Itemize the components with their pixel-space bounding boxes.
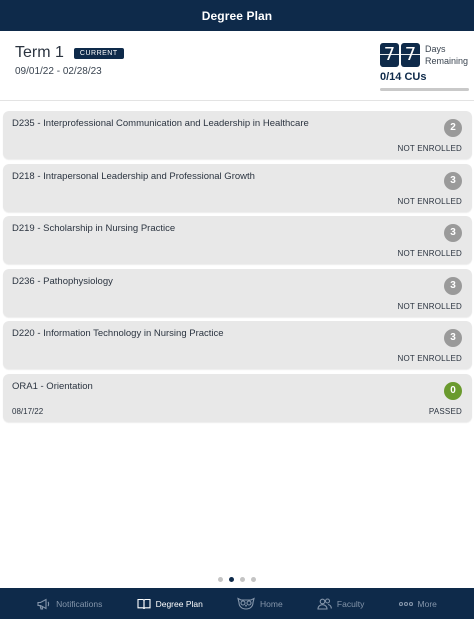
tab-label: Home xyxy=(260,598,283,609)
days-digit-1: 7 xyxy=(380,43,399,67)
course-title: D219 - Scholarship in Nursing Practice xyxy=(12,223,176,234)
tab-label: Notifications xyxy=(56,598,103,609)
course-card[interactable]: D235 - Interprofessional Communication a… xyxy=(3,111,472,159)
megaphone-icon xyxy=(37,598,50,610)
course-status: PASSED xyxy=(428,406,462,416)
term-dates: 09/01/22 - 02/28/23 xyxy=(15,66,102,77)
tab-label: Degree Plan xyxy=(155,598,203,609)
cus-progress-text: 0/14 CUs xyxy=(380,71,427,83)
course-title: D235 - Interprofessional Communication a… xyxy=(12,118,309,129)
header-divider xyxy=(0,100,474,101)
top-bar: Degree Plan xyxy=(0,0,474,31)
days-digit-2: 7 xyxy=(401,43,420,67)
course-card[interactable]: D219 - Scholarship in Nursing Practice 3… xyxy=(3,216,472,264)
tab-label: More xyxy=(417,598,437,609)
page-dot[interactable] xyxy=(251,577,256,582)
people-icon xyxy=(317,597,332,610)
course-card[interactable]: D236 - Pathophysiology 3 NOT ENROLLED xyxy=(3,268,472,317)
owl-icon xyxy=(237,597,255,610)
tab-more[interactable]: More xyxy=(398,598,437,609)
course-title: D236 - Pathophysiology xyxy=(12,275,113,287)
term-title: Term 1 xyxy=(15,44,64,61)
course-status: NOT ENROLLED xyxy=(397,301,462,311)
tab-faculty[interactable]: Faculty xyxy=(317,597,365,610)
course-status: NOT ENROLLED xyxy=(397,249,462,258)
course-cu-badge: 3 xyxy=(444,276,462,295)
course-cu-badge: 3 xyxy=(444,224,462,242)
tab-degree-plan[interactable]: Degree Plan xyxy=(137,598,203,610)
bottom-tab-bar: Notifications Degree Plan Home Faculty M… xyxy=(0,588,474,619)
course-title: D218 - Intrapersonal Leadership and Prof… xyxy=(12,170,255,182)
course-status: NOT ENROLLED xyxy=(397,144,462,153)
tab-notifications[interactable]: Notifications xyxy=(37,598,102,610)
course-cu-badge: 3 xyxy=(444,329,462,347)
page-title: Degree Plan xyxy=(201,8,273,23)
more-dots-icon xyxy=(398,601,413,606)
term-header: Term 1 CURRENT 09/01/22 - 02/28/23 xyxy=(15,44,124,77)
page-dot[interactable] xyxy=(240,577,245,582)
course-cu-badge: 3 xyxy=(444,171,462,190)
course-card[interactable]: ORA1 - Orientation 0 08/17/22 PASSED xyxy=(3,373,472,422)
cus-progress-bar xyxy=(380,88,469,91)
course-title: ORA1 - Orientation xyxy=(12,380,93,392)
days-label-line1: Days xyxy=(425,44,446,54)
page-indicator xyxy=(0,577,474,582)
days-label-line2: Remaining xyxy=(425,56,469,66)
tab-label: Faculty xyxy=(336,598,365,609)
course-cu-badge: 2 xyxy=(444,119,462,137)
days-remaining-panel: 7 7 Days Remaining 0/14 CUs xyxy=(380,43,470,91)
open-book-icon xyxy=(137,598,151,609)
course-date: 08/17/22 xyxy=(12,406,44,416)
course-status: NOT ENROLLED xyxy=(397,196,462,206)
course-status: NOT ENROLLED xyxy=(397,354,462,363)
course-card[interactable]: D220 - Information Technology in Nursing… xyxy=(3,321,472,369)
tab-home[interactable]: Home xyxy=(237,597,283,610)
course-title: D220 - Information Technology in Nursing… xyxy=(12,328,224,339)
course-list: D235 - Interprofessional Communication a… xyxy=(3,111,472,426)
days-remaining-label: Days Remaining xyxy=(425,43,468,67)
current-badge: CURRENT xyxy=(73,47,124,59)
course-card[interactable]: D218 - Intrapersonal Leadership and Prof… xyxy=(3,163,472,212)
course-cu-badge: 0 xyxy=(444,381,462,400)
page-dot[interactable] xyxy=(218,577,223,582)
page-dot-active[interactable] xyxy=(229,577,234,582)
